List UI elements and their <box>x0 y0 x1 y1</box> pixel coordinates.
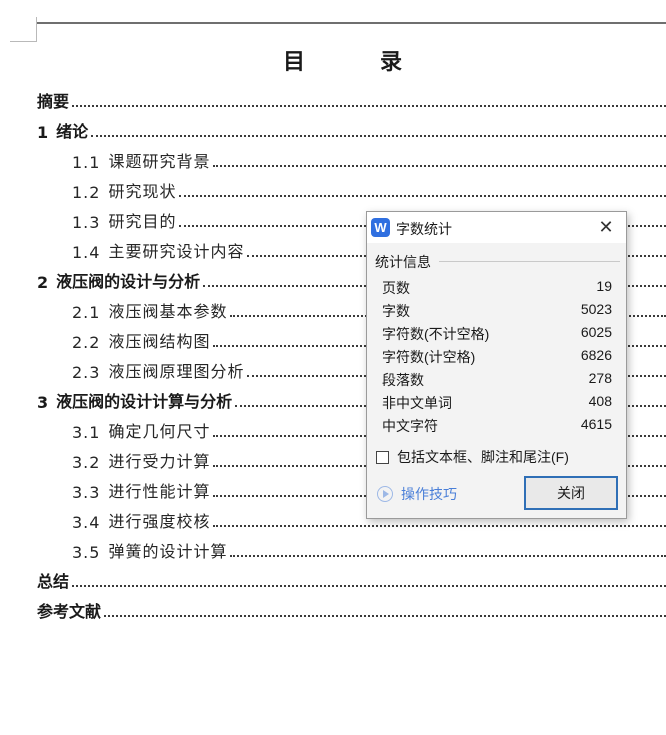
toc-dot-leader <box>213 165 666 167</box>
toc-entry[interactable]: 摘要 <box>37 88 666 112</box>
stat-value: 6826 <box>580 347 612 363</box>
toc-entry-label: 总结 <box>37 572 70 591</box>
toc-entry-number: 2 <box>37 273 49 292</box>
toc-entry-label: 进行性能计算 <box>108 482 211 501</box>
stat-label: 非中文单词 <box>382 395 452 411</box>
stat-label: 段落数 <box>382 372 424 388</box>
stat-label: 页数 <box>382 280 410 296</box>
toc-dot-leader <box>104 615 666 617</box>
close-icon[interactable]: ✕ <box>595 216 617 238</box>
toc-entry-label: 液压阀原理图分析 <box>108 362 245 381</box>
toc-entry-label: 课题研究背景 <box>108 152 211 171</box>
stat-value: 4615 <box>580 416 612 432</box>
toc-entry-label: 绪论 <box>56 122 89 141</box>
stats-section-title: 统计信息 <box>375 254 431 270</box>
toc-dot-leader <box>179 195 666 197</box>
toc-entry-number: 1 <box>37 123 49 142</box>
toc-entry-label: 研究目的 <box>108 212 177 231</box>
toc-entry-label: 液压阀结构图 <box>108 332 211 351</box>
stat-row-paragraphs: 段落数 278 <box>382 370 612 390</box>
toc-dot-leader <box>230 555 666 557</box>
toc-entry-label: 液压阀的设计计算与分析 <box>56 392 233 411</box>
toc-entry-number: 2.2 <box>72 333 101 352</box>
toc-entry-number: 3.5 <box>72 543 101 562</box>
toc-title-char: 目 <box>282 50 306 75</box>
tips-link-label[interactable]: 操作技巧 <box>401 484 457 504</box>
stat-label: 字数 <box>382 303 410 319</box>
toc-dot-leader <box>91 135 666 137</box>
toc-entry[interactable]: 1.1 课题研究背景 <box>72 148 666 172</box>
toc-title-char: 录 <box>380 50 404 75</box>
toc-entry-label: 参考文献 <box>37 602 102 621</box>
stat-value: 19 <box>596 278 612 294</box>
dialog-title: 字数统计 <box>396 221 452 237</box>
play-circle-icon <box>377 486 393 502</box>
toc-entry-number: 1.4 <box>72 243 101 262</box>
toc-dot-leader <box>72 105 666 107</box>
stat-label: 字符数(不计空格) <box>382 326 490 342</box>
dialog-titlebar[interactable]: W 字数统计 ✕ <box>367 212 626 243</box>
toc-entry[interactable]: 1.2 研究现状 <box>72 178 666 202</box>
stat-value: 408 <box>588 393 612 409</box>
toc-entry-label: 研究现状 <box>108 182 177 201</box>
wps-writer-icon: W <box>371 218 390 237</box>
stat-value: 6025 <box>580 324 612 340</box>
toc-entry-number: 3 <box>37 393 49 412</box>
toc-entry-number: 3.4 <box>72 513 101 532</box>
stat-row-non-chinese-words: 非中文单词 408 <box>382 393 612 413</box>
stat-row-chars-with-spaces: 字符数(计空格) 6826 <box>382 347 612 367</box>
stat-label: 中文字符 <box>382 418 438 434</box>
include-checkbox[interactable] <box>376 450 389 464</box>
tips-link[interactable]: 操作技巧 <box>377 484 457 504</box>
toc-entry-label: 液压阀的设计与分析 <box>56 272 201 291</box>
header-rule <box>37 22 666 24</box>
page-corner-mark <box>36 17 37 41</box>
stat-row-words: 字数 5023 <box>382 301 612 321</box>
page-corner-mark <box>10 41 37 42</box>
toc-entry-number: 3.1 <box>72 423 101 442</box>
toc-entry-number: 2.3 <box>72 363 101 382</box>
toc-entry[interactable]: 1 绪论 <box>37 118 666 142</box>
toc-entry-number: 3.2 <box>72 453 101 472</box>
include-checkbox-label[interactable]: 包括文本框、脚注和尾注(F) <box>397 447 569 467</box>
toc-entry-label: 进行强度校核 <box>108 512 211 531</box>
toc-entry-number: 2.1 <box>72 303 101 322</box>
toc-entry[interactable]: 总结 <box>37 568 666 592</box>
toc-title: 目录 <box>0 44 666 76</box>
toc-entry-label: 摘要 <box>37 92 70 111</box>
toc-entry-number: 1.1 <box>72 153 101 172</box>
word-count-dialog: W 字数统计 ✕ 统计信息 页数 19 字数 5023 字符数(不计空格) 60… <box>366 211 627 519</box>
toc-dot-leader <box>72 585 666 587</box>
toc-entry-label: 液压阀基本参数 <box>108 302 228 321</box>
stat-value: 278 <box>588 370 612 386</box>
close-button[interactable]: 关闭 <box>524 476 618 510</box>
stat-row-chinese-chars: 中文字符 4615 <box>382 416 612 436</box>
stat-value: 5023 <box>580 301 612 317</box>
include-textbox-footnote-option[interactable]: 包括文本框、脚注和尾注(F) <box>376 448 569 466</box>
toc-entry[interactable]: 3.5 弹簧的设计计算 <box>72 538 666 562</box>
toc-entry-label: 进行受力计算 <box>108 452 211 471</box>
toc-entry-number: 1.3 <box>72 213 101 232</box>
stat-row-pages: 页数 19 <box>382 278 612 298</box>
stat-label: 字符数(计空格) <box>382 349 476 365</box>
toc-dot-leader <box>213 525 666 527</box>
toc-entry-number: 1.2 <box>72 183 101 202</box>
toc-entry[interactable]: 参考文献 <box>37 598 666 622</box>
toc-entry-number: 3.3 <box>72 483 101 502</box>
toc-entry-label: 主要研究设计内容 <box>108 242 245 261</box>
toc-entry-label: 弹簧的设计计算 <box>108 542 228 561</box>
stat-row-chars-no-spaces: 字符数(不计空格) 6025 <box>382 324 612 344</box>
section-divider <box>439 261 620 262</box>
toc-entry-label: 确定几何尺寸 <box>108 422 211 441</box>
